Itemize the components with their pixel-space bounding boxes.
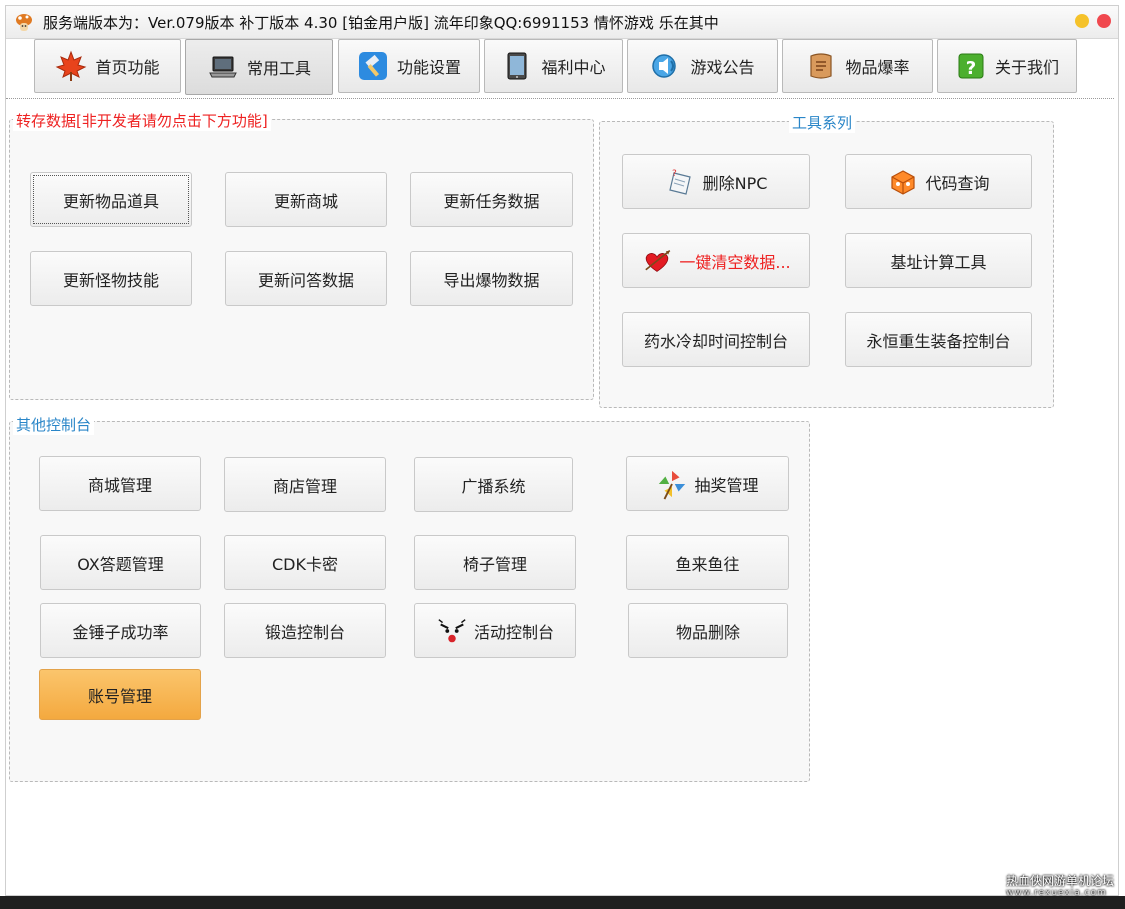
- account-management-button[interactable]: 账号管理: [39, 669, 201, 720]
- base-address-calc-button[interactable]: 基址计算工具: [845, 233, 1032, 288]
- update-quest-button[interactable]: 更新任务数据: [410, 172, 573, 227]
- laptop-icon: [207, 51, 239, 83]
- tab-settings[interactable]: 功能设置: [338, 39, 480, 93]
- tab-label: 首页功能: [95, 58, 160, 77]
- update-monster-skill-button[interactable]: 更新怪物技能: [30, 251, 192, 306]
- tab-label: 物品爆率: [845, 58, 910, 77]
- other-consoles-title: 其他控制台: [13, 414, 95, 435]
- forging-console-button[interactable]: 锻造控制台: [224, 603, 386, 658]
- tab-about[interactable]: ? 关于我们: [937, 39, 1077, 93]
- svg-text:?: ?: [672, 169, 677, 179]
- note-icon: ?: [665, 166, 697, 198]
- update-mall-button[interactable]: 更新商城: [225, 172, 387, 227]
- item-delete-button[interactable]: 物品删除: [628, 603, 788, 658]
- title-bar: 服务端版本为：Ver.079版本 补丁版本 4.30 [铂金用户版] 流年印象Q…: [6, 6, 1118, 39]
- cube-icon: [887, 166, 919, 198]
- maple-leaf-icon: [55, 50, 87, 82]
- update-qa-button[interactable]: 更新问答数据: [225, 251, 387, 306]
- fishing-button[interactable]: 鱼来鱼往: [626, 535, 789, 590]
- heart-arrow-icon: [641, 245, 673, 277]
- cdk-button[interactable]: CDK卡密: [224, 535, 386, 590]
- bottom-bar: [0, 896, 1125, 909]
- chair-management-button[interactable]: 椅子管理: [414, 535, 576, 590]
- lottery-management-button[interactable]: 抽奖管理: [626, 456, 789, 511]
- tab-announcement[interactable]: 游戏公告: [627, 39, 778, 93]
- shop-management-button[interactable]: 商店管理: [224, 457, 386, 512]
- mall-management-button[interactable]: 商城管理: [39, 456, 201, 511]
- broadcast-button[interactable]: 广播系统: [414, 457, 573, 512]
- tab-label: 福利中心: [541, 58, 606, 77]
- svg-text:?: ?: [966, 58, 976, 79]
- update-items-button[interactable]: 更新物品道具: [30, 172, 192, 227]
- mushroom-app-icon: [14, 12, 34, 32]
- event-console-button[interactable]: 活动控制台: [414, 603, 576, 658]
- tab-drop-rate[interactable]: 物品爆率: [782, 39, 933, 93]
- face-icon: [436, 615, 468, 647]
- help-icon: ?: [955, 50, 987, 82]
- ox-quiz-button[interactable]: OX答题管理: [40, 535, 201, 590]
- tab-label: 关于我们: [994, 58, 1059, 77]
- delete-npc-button[interactable]: ? 删除NPC: [622, 154, 810, 209]
- minimize-button[interactable]: [1075, 14, 1089, 28]
- tab-separator: [6, 98, 1114, 99]
- clear-data-button[interactable]: 一键清空数据...: [622, 233, 810, 288]
- tools-title: 工具系列: [789, 112, 856, 133]
- tablet-icon: [501, 50, 533, 82]
- pinwheel-icon: [656, 468, 688, 500]
- watermark: 热血俠网游单机论坛 www.rexuexia.com: [1006, 874, 1115, 898]
- tab-label: 功能设置: [396, 58, 461, 77]
- export-drops-button[interactable]: 导出爆物数据: [410, 251, 573, 306]
- tab-welfare[interactable]: 福利中心: [484, 39, 623, 93]
- close-button[interactable]: [1097, 14, 1111, 28]
- speaker-icon: [650, 50, 682, 82]
- tab-home[interactable]: 首页功能: [34, 39, 181, 93]
- dump-data-title: 转存数据[非开发者请勿点击下方功能]: [13, 110, 271, 131]
- code-lookup-button[interactable]: 代码查询: [845, 154, 1032, 209]
- rebirth-equip-button[interactable]: 永恒重生装备控制台: [845, 312, 1032, 367]
- hammer-icon: [357, 50, 389, 82]
- golden-hammer-button[interactable]: 金锤子成功率: [40, 603, 201, 658]
- tab-label: 常用工具: [246, 59, 311, 78]
- window-title: 服务端版本为：Ver.079版本 补丁版本 4.30 [铂金用户版] 流年印象Q…: [43, 14, 719, 32]
- potion-cooldown-button[interactable]: 药水冷却时间控制台: [622, 312, 810, 367]
- scroll-icon: [805, 50, 837, 82]
- tab-label: 游戏公告: [690, 58, 755, 77]
- tab-tools[interactable]: 常用工具: [185, 39, 333, 95]
